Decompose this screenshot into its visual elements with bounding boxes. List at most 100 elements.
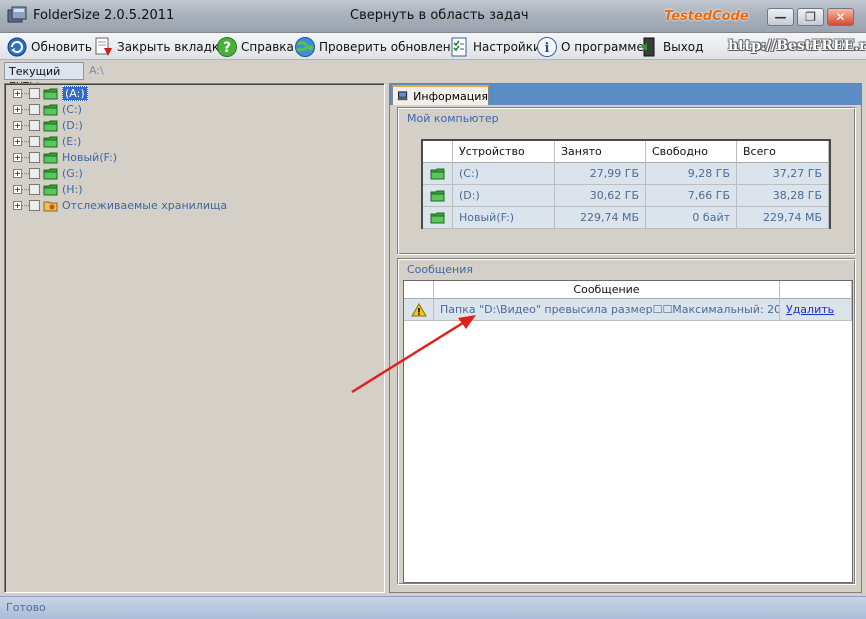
folder-icon [430,212,445,224]
folder-icon [43,152,58,163]
tree-connector [22,108,29,110]
close-button[interactable]: ✕ [827,8,854,26]
tree-checkbox[interactable] [29,135,40,147]
messages-group: Сообщения Сообщение Папка "D:\Видео" пре… [398,259,856,585]
info-panel: Информация Мой компьютер Устройство Заня… [389,83,862,593]
tree-checkbox[interactable] [29,119,40,131]
tree-item[interactable]: + (E:) [13,133,81,149]
icon-column-header [404,281,434,299]
drive-row[interactable]: (D:) 30,62 ГБ 7,66 ГБ 38,28 ГБ [423,185,829,207]
warning-icon [410,302,427,316]
expand-icon[interactable]: + [13,168,22,178]
drive-device-cell: (D:) [453,185,555,207]
column-header[interactable]: Занято [555,141,646,163]
message-row[interactable]: Папка "D:\Видео" превысила размер☐☐Макси… [404,299,852,321]
tree-checkbox[interactable] [29,151,40,163]
column-header[interactable]: Свободно [646,141,737,163]
drive-used-cell: 27,99 ГБ [555,163,646,185]
computer-icon [397,91,408,101]
tree-item-label: (G:) [62,166,83,180]
column-header[interactable]: Устройство [453,141,555,163]
my-computer-title: Мой компьютер [407,112,499,125]
messages-title: Сообщения [407,263,474,276]
tree-item-label: (D:) [62,118,83,132]
drive-total-cell: 38,28 ГБ [737,185,829,207]
expand-icon[interactable]: + [13,120,22,130]
tree-checkbox[interactable] [29,199,40,211]
tree-item-label: (H:) [62,182,83,196]
minimize-to-tray-button[interactable]: Свернуть в область задач [350,8,529,23]
tree-item[interactable]: + (D:) [13,117,83,133]
about-button[interactable]: i О программе [536,35,644,58]
info-icon: i [537,36,557,57]
tree-checkbox[interactable] [29,167,40,179]
tab-information[interactable]: Информация [392,85,489,105]
delete-message-link[interactable]: Удалить [786,303,834,316]
folder-icon [43,120,58,131]
expand-icon[interactable]: + [13,200,22,210]
expand-icon[interactable]: + [13,88,22,98]
tree-item[interactable]: + (C:) [13,101,82,117]
expand-icon[interactable]: + [13,152,22,162]
folder-icon [43,136,58,147]
close-tab-button[interactable]: Закрыть вкладку [92,35,226,58]
refresh-button[interactable]: Обновить [6,35,92,58]
expand-icon[interactable]: + [13,136,22,146]
current-path-value[interactable]: A:\ [89,64,104,77]
folder-icon [430,168,445,180]
column-header[interactable]: Всего [737,141,829,163]
tree-connector [22,124,29,126]
storage-folder-icon [43,201,58,211]
column-header[interactable]: Сообщение [434,281,780,299]
exit-button[interactable]: Выход [638,35,703,58]
maximize-button[interactable]: ❐ [797,8,824,26]
settings-button[interactable]: Настройки [448,35,541,58]
current-path-label: Текущий путь: [4,62,84,91]
drive-icon-cell [423,163,453,185]
svg-text:?: ? [223,40,231,56]
my-computer-group: Мой компьютер Устройство Занято Свободно… [398,108,856,255]
settings-label: Настройки [473,39,541,54]
tree-item-label: (A:) [62,85,88,101]
close-icon: ✕ [835,10,846,24]
tree-item[interactable]: + (H:) [13,181,83,197]
drives-table: Устройство Занято Свободно Всего (C:) 27,… [421,139,831,229]
tree-item[interactable]: + (A:) [13,85,88,101]
delete-message-cell: Удалить [780,299,852,321]
site-watermark: http://BestFREE.ru [728,38,866,54]
folder-icon [43,168,58,179]
folder-icon [43,104,58,115]
drive-row[interactable]: (C:) 27,99 ГБ 9,28 ГБ 37,27 ГБ [423,163,829,185]
drive-used-cell: 229,74 МБ [555,207,646,229]
tree-connector [22,140,29,142]
toolbar: Обновить Закрыть вкладку ? Справка Прове… [0,33,866,60]
tree-checkbox[interactable] [29,87,40,99]
tab-strip: Информация [390,84,861,105]
icon-column-header [423,141,453,163]
tree-checkbox[interactable] [29,103,40,115]
maximize-icon: ❐ [805,10,816,24]
tree-checkbox[interactable] [29,183,40,195]
drives-table-header: Устройство Занято Свободно Всего [423,141,829,163]
tree-item[interactable]: + (G:) [13,165,83,181]
minimize-icon: — [774,10,787,24]
drive-icon-cell [423,207,453,229]
tree-item[interactable]: + Новый(F:) [13,149,117,165]
help-button[interactable]: ? Справка [216,35,294,58]
expand-icon[interactable]: + [13,104,22,114]
drive-row[interactable]: Новый(F:) 229,74 МБ 0 байт 229,74 МБ [423,207,829,229]
expand-icon[interactable]: + [13,184,22,194]
tree-connector [22,156,29,158]
brand-logo: TestedCode [664,9,749,24]
tree-item-label: (E:) [62,134,82,148]
refresh-icon [7,37,27,56]
tree-item[interactable]: + Отслеживаемые хранилища [13,197,227,213]
drive-tree-panel[interactable]: + (A:) + (C:) + (D:) + (E:) + Новый(F:) + (G:) + (H:)… [4,83,385,593]
tree-item-label: Новый(F:) [62,150,118,164]
drive-device-cell: (C:) [453,163,555,185]
exit-door-icon [641,37,655,56]
title-bar: FolderSize 2.0.5.2011 Свернуть в область… [0,0,866,33]
minimize-button[interactable]: — [767,8,794,26]
help-label: Справка [241,39,294,54]
check-update-button[interactable]: Проверить обновление [294,35,466,58]
